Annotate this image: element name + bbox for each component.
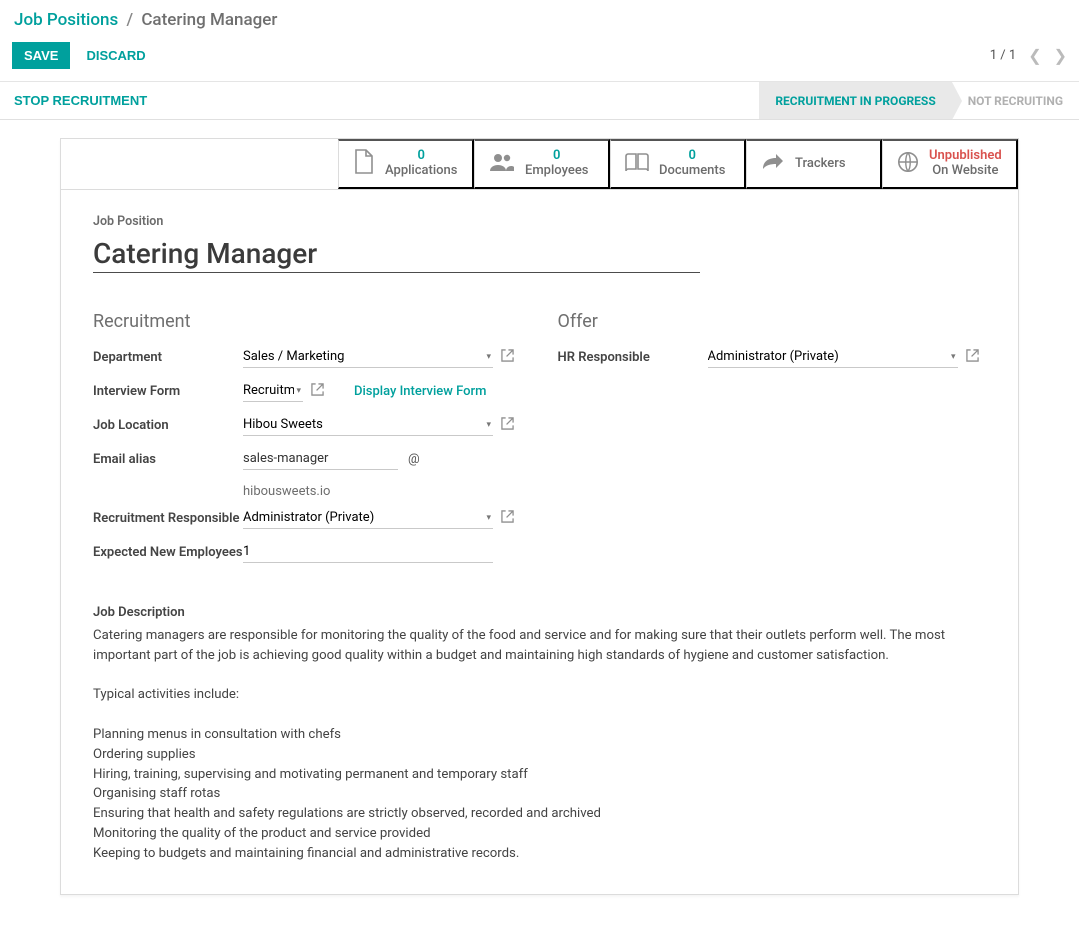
hr-responsible-select[interactable]: ▾: [708, 346, 958, 368]
external-link-icon[interactable]: [501, 510, 514, 527]
external-link-icon[interactable]: [501, 349, 514, 366]
book-icon: [625, 151, 649, 177]
pager-prev-icon[interactable]: ❮: [1028, 46, 1041, 65]
label-interview-form: Interview Form: [93, 380, 243, 399]
status-active[interactable]: RECRUITMENT IN PROGRESS: [759, 82, 951, 119]
breadcrumb-sep: /: [126, 10, 133, 30]
stat-website-line2: On Website: [932, 163, 998, 178]
stat-applications-value: 0: [385, 149, 458, 164]
users-icon: [489, 151, 515, 177]
stat-trackers[interactable]: Trackers: [746, 139, 882, 189]
caret-icon: ▾: [484, 420, 493, 430]
label-recruitment-responsible: Recruitment Responsible: [93, 507, 243, 526]
status-inactive[interactable]: NOT RECRUITING: [952, 82, 1079, 119]
job-description-body[interactable]: Catering managers are responsible for mo…: [93, 626, 986, 864]
breadcrumb-root[interactable]: Job Positions: [14, 10, 118, 30]
email-domain: hibousweets.io: [243, 478, 330, 499]
external-link-icon[interactable]: [966, 349, 979, 366]
sheet: 0 Applications 0 Employees 0: [60, 138, 1019, 895]
label-job-description: Job Description: [93, 605, 986, 620]
stat-employees[interactable]: 0 Employees: [474, 139, 610, 189]
stat-spacer: [61, 139, 338, 189]
label-email-alias: Email alias: [93, 448, 243, 467]
status-segments: RECRUITMENT IN PROGRESS NOT RECRUITING: [759, 82, 1079, 119]
email-at: @: [402, 452, 420, 467]
state-bar: STOP RECRUITMENT RECRUITMENT IN PROGRESS…: [0, 82, 1079, 120]
col-recruitment: Recruitment Department ▾: [93, 311, 522, 575]
external-link-icon[interactable]: [311, 383, 324, 400]
pager: 1 / 1 ❮ ❯: [990, 46, 1067, 65]
stat-applications-label: Applications: [385, 163, 458, 178]
expected-new-employees-input[interactable]: [243, 541, 493, 563]
stat-documents[interactable]: 0 Documents: [610, 139, 746, 189]
caret-icon: ▾: [949, 352, 958, 362]
stat-employees-value: 0: [525, 149, 588, 164]
interview-form-input[interactable]: [243, 380, 294, 401]
section-recruitment: Recruitment: [93, 311, 522, 332]
department-input[interactable]: [243, 346, 484, 367]
recruitment-responsible-input[interactable]: [243, 507, 484, 528]
breadcrumb-current: Catering Manager: [141, 10, 277, 30]
label-hr-responsible: HR Responsible: [558, 346, 708, 365]
job-location-input[interactable]: [243, 414, 484, 435]
stat-bar: 0 Applications 0 Employees 0: [61, 139, 1018, 190]
stat-website-line1: Unpublished: [929, 149, 1002, 164]
pager-next-icon[interactable]: ❯: [1054, 46, 1067, 65]
title-input[interactable]: [93, 235, 700, 273]
stat-applications[interactable]: 0 Applications: [338, 139, 474, 189]
email-alias-input[interactable]: [243, 448, 398, 470]
title-label: Job Position: [93, 214, 986, 229]
stat-trackers-label: Trackers: [795, 156, 846, 171]
label-job-location: Job Location: [93, 414, 243, 433]
caret-icon: ▾: [484, 513, 493, 523]
breadcrumb: Job Positions / Catering Manager: [0, 0, 1079, 36]
stat-documents-label: Documents: [659, 163, 725, 178]
stat-website[interactable]: Unpublished On Website: [882, 139, 1018, 189]
job-location-select[interactable]: ▾: [243, 414, 493, 436]
share-arrow-icon: [761, 152, 785, 176]
stop-recruitment-button[interactable]: STOP RECRUITMENT: [14, 93, 147, 108]
discard-button[interactable]: DISCARD: [70, 42, 161, 69]
form-body: Job Position Recruitment Department ▾: [61, 190, 1018, 894]
display-interview-link[interactable]: Display Interview Form: [354, 384, 486, 399]
pager-text: 1 / 1: [990, 48, 1016, 63]
globe-icon: [897, 151, 919, 177]
file-icon: [353, 149, 375, 179]
recruitment-responsible-select[interactable]: ▾: [243, 507, 493, 529]
label-expected-new-employees: Expected New Employees: [93, 541, 243, 560]
label-department: Department: [93, 346, 243, 365]
interview-form-select[interactable]: ▾: [243, 380, 303, 402]
save-button[interactable]: SAVE: [12, 42, 70, 69]
section-offer: Offer: [558, 311, 987, 332]
caret-icon: ▾: [484, 352, 493, 362]
external-link-icon[interactable]: [501, 417, 514, 434]
department-select[interactable]: ▾: [243, 346, 493, 368]
hr-responsible-input[interactable]: [708, 346, 949, 367]
caret-icon: ▾: [294, 386, 303, 396]
sheet-wrap: 0 Applications 0 Employees 0: [0, 120, 1079, 925]
col-offer: Offer HR Responsible ▾: [558, 311, 987, 575]
stat-documents-value: 0: [659, 149, 725, 164]
stat-employees-label: Employees: [525, 163, 588, 178]
action-bar: SAVE DISCARD 1 / 1 ❮ ❯: [0, 36, 1079, 82]
